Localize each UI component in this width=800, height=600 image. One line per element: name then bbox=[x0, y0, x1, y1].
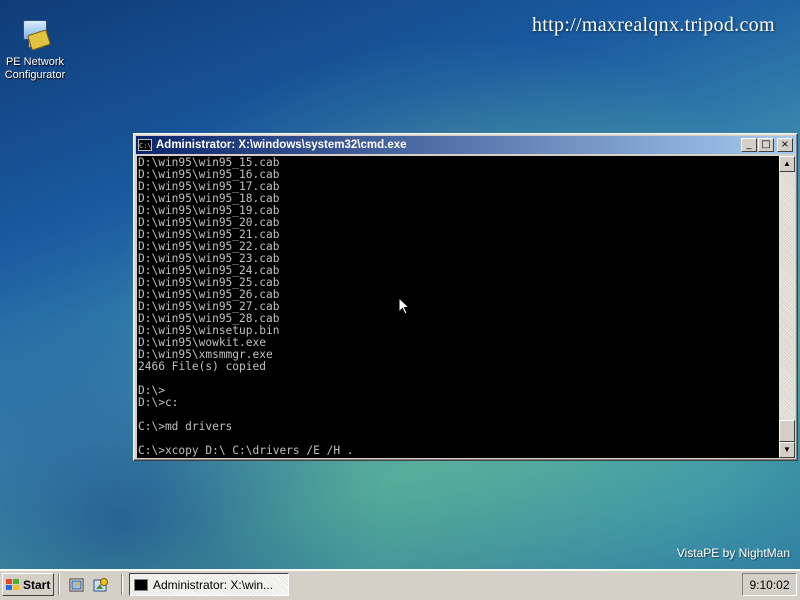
watermark-url: http://maxrealqnx.tripod.com bbox=[532, 14, 775, 36]
quick-launch-tool-icon[interactable] bbox=[93, 577, 109, 593]
maximize-button[interactable]: □ bbox=[758, 138, 774, 152]
scroll-thumb[interactable] bbox=[779, 420, 795, 442]
windows-logo-icon bbox=[6, 578, 20, 591]
vertical-scrollbar[interactable]: ▲ ▼ bbox=[779, 156, 795, 458]
console-line: D:\>c: bbox=[138, 396, 179, 409]
clock[interactable]: 9:10:02 bbox=[749, 578, 789, 592]
mouse-pointer-icon bbox=[398, 297, 410, 315]
system-tray: 9:10:02 bbox=[742, 573, 797, 596]
taskbar-button-cmd[interactable]: Administrator: X:\win... bbox=[129, 573, 289, 596]
desktop-icon-pe-network-configurator[interactable]: PE Network Configurator bbox=[2, 18, 68, 82]
console-line: C:\>xcopy D:\ C:\drivers /E /H . bbox=[138, 444, 354, 457]
start-button[interactable]: Start bbox=[2, 573, 54, 596]
desktop-icon-label-line2: Configurator bbox=[4, 69, 66, 81]
watermark-brand: VistaPE by NightMan bbox=[676, 546, 790, 560]
network-config-icon bbox=[19, 18, 51, 52]
minimize-button[interactable]: _ bbox=[741, 138, 757, 152]
cmd-window[interactable]: C:\ Administrator: X:\windows\system32\c… bbox=[133, 133, 798, 461]
console-app-icon bbox=[134, 578, 148, 591]
taskbar-button-label: Administrator: X:\win... bbox=[153, 577, 274, 592]
console-line: C:\>md drivers bbox=[138, 420, 233, 433]
taskbar-separator bbox=[121, 574, 123, 595]
console-output[interactable]: D:\win95\win95_15.cab D:\win95\win95_16.c… bbox=[137, 156, 779, 458]
scroll-down-button[interactable]: ▼ bbox=[779, 442, 795, 458]
close-button[interactable]: × bbox=[777, 138, 793, 152]
quick-launch-explorer-icon[interactable] bbox=[69, 577, 85, 593]
console-app-icon[interactable]: C:\ bbox=[138, 139, 152, 151]
console-line: D:\> bbox=[138, 384, 165, 397]
taskbar-separator bbox=[58, 574, 60, 595]
title-bar[interactable]: C:\ Administrator: X:\windows\system32\c… bbox=[136, 136, 795, 154]
desktop-icon-label-line1: PE Network bbox=[5, 56, 65, 68]
console-line: 2466 File(s) copied bbox=[138, 360, 266, 373]
taskbar: Start Administrator: X:\win... 9:10:02 bbox=[0, 569, 800, 600]
scroll-up-button[interactable]: ▲ bbox=[779, 156, 795, 172]
window-title: Administrator: X:\windows\system32\cmd.e… bbox=[156, 139, 407, 151]
start-label: Start bbox=[23, 577, 51, 592]
